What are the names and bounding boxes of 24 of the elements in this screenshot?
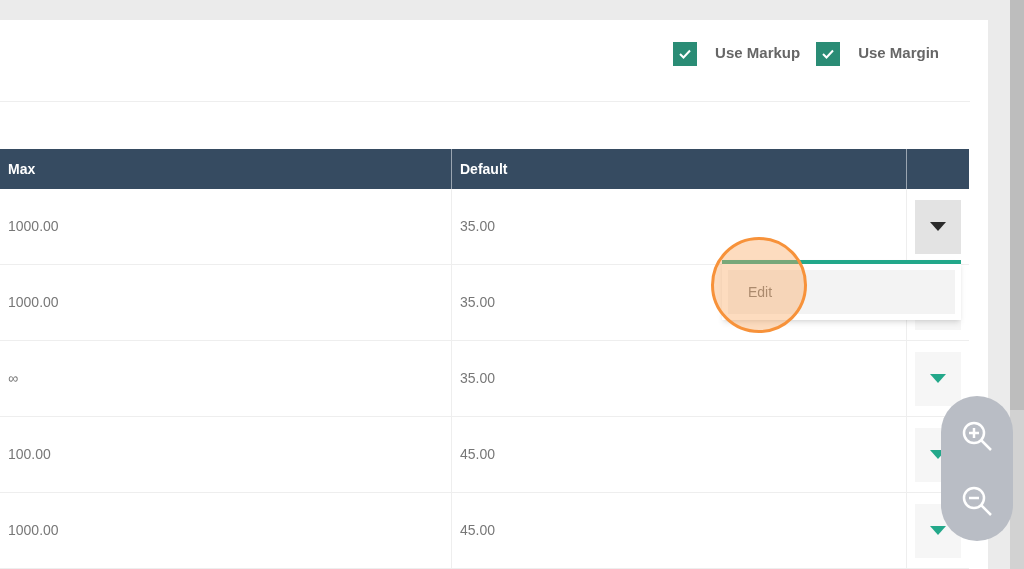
- table-cell-text: 35.00: [459, 293, 496, 312]
- caret-down-icon: [930, 374, 946, 383]
- checkbox[interactable]: [816, 41, 841, 66]
- table-cell-text: 35.00: [459, 369, 496, 388]
- table-cell-text: 1000.00: [7, 521, 59, 540]
- table-cell-text: 1000.00: [7, 293, 59, 312]
- check-icon: [822, 48, 835, 59]
- caret-down-icon: [930, 526, 946, 535]
- table-cell-text: 1000.00: [7, 217, 59, 236]
- table-cell-text: 35.00: [459, 217, 496, 236]
- table-cell-text: 45.00: [459, 445, 496, 464]
- column-header: Default: [452, 149, 907, 189]
- column-header: Max: [0, 149, 452, 189]
- table-cell-text: 45.00: [459, 521, 496, 540]
- scrollbar-thumb[interactable]: [1010, 0, 1024, 410]
- table-cell-text: 100.00: [7, 445, 51, 464]
- caret-down-icon: [930, 222, 946, 231]
- check-icon: [679, 48, 692, 59]
- table-cell-text: ∞: [7, 369, 18, 388]
- menu-item[interactable]: Edit: [728, 270, 955, 314]
- checkbox-label: Use Markup: [715, 43, 801, 64]
- row-menu-button[interactable]: [915, 199, 961, 254]
- checkbox-label: Use Margin: [858, 43, 939, 64]
- checkbox[interactable]: [673, 41, 698, 66]
